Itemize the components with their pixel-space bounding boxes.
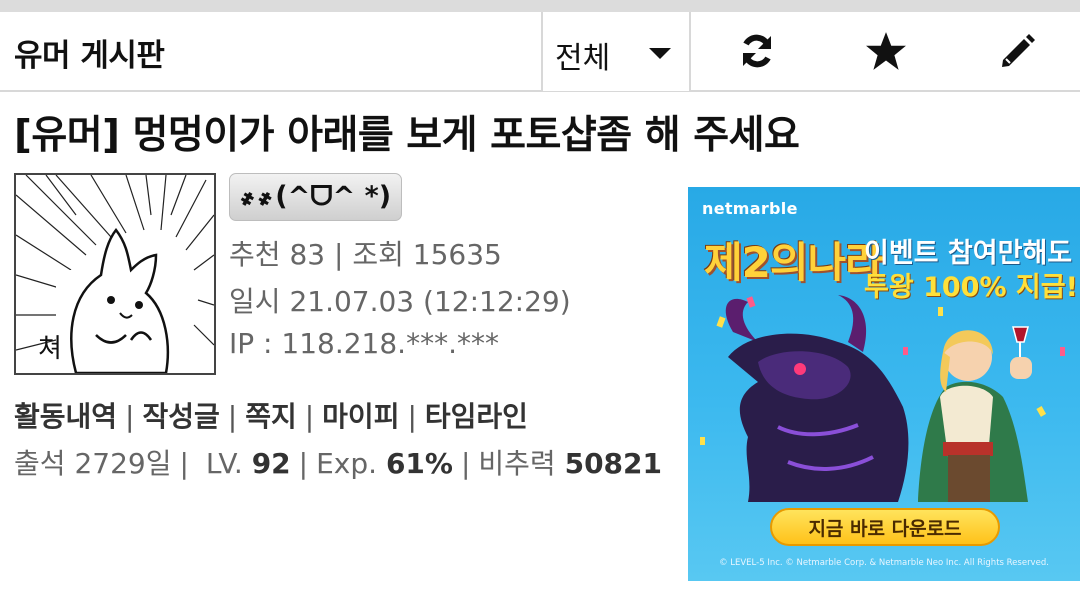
separator: | <box>304 400 315 433</box>
author-nickname[interactable]: ҂҂(^ᗜ^ *) <box>229 173 403 221</box>
separator: | <box>125 400 135 433</box>
ip-value: 118.218.***.*** <box>281 327 499 360</box>
write-button[interactable] <box>992 26 1042 76</box>
user-stats: 출석 2729일 | LV. 92 | Exp. 61% | 비추력 50821 <box>14 442 662 482</box>
ad-copyright: © LEVEL-5 Inc. © Netmarble Corp. & Netma… <box>719 558 1049 568</box>
separator: | <box>333 238 344 271</box>
exp-label: Exp. <box>316 447 378 480</box>
board-header: 유머 게시판 전체 <box>0 12 1080 92</box>
pencil-icon <box>1002 34 1035 67</box>
link-timeline[interactable]: 타임라인 <box>425 400 528 433</box>
favorite-button[interactable] <box>861 26 911 76</box>
views-label: 조회 <box>352 238 404 271</box>
exp-value: 61% <box>385 447 453 480</box>
svg-text:쳐: 쳐 <box>38 334 62 364</box>
recommend-count: 83 <box>289 238 326 271</box>
date-label: 일시 <box>229 285 281 318</box>
link-activity[interactable]: 활동내역 <box>14 400 117 433</box>
author-avatar[interactable]: 쳐 <box>14 173 216 375</box>
refresh-button[interactable] <box>732 26 782 76</box>
power-label: 비추력 <box>478 447 556 480</box>
separator: | <box>179 447 189 480</box>
separator: | <box>298 447 309 480</box>
level-value: 92 <box>251 447 291 480</box>
level-label: LV. <box>205 447 243 480</box>
separator: | <box>227 400 238 433</box>
filter-selected-value: 전체 <box>555 41 611 76</box>
attendance-value: 2729일 <box>74 447 172 480</box>
ip-line: IP : 118.218.***.*** <box>229 327 499 360</box>
refresh-icon <box>743 34 771 68</box>
caret-down-icon <box>649 48 671 59</box>
ad-download-button[interactable]: 지금 바로 다운로드 <box>770 508 1000 546</box>
link-posts[interactable]: 작성글 <box>142 400 219 433</box>
separator: | <box>407 400 417 433</box>
date-value: 21.07.03 (12:12:29) <box>289 285 571 318</box>
ad-game-logo: 제2의나라 <box>704 238 884 287</box>
ad-artwork <box>700 295 1065 502</box>
views-count: 15635 <box>412 238 502 271</box>
star-icon <box>866 32 906 70</box>
link-mypi[interactable]: 마이피 <box>322 400 399 433</box>
ip-colon: : <box>254 327 282 360</box>
recommend-views-line: 추천 83 | 조회 15635 <box>229 233 502 273</box>
top-strip <box>0 0 1080 12</box>
ad-brand-logo: netmarble <box>702 199 798 218</box>
date-line: 일시 21.07.03 (12:12:29) <box>229 280 571 320</box>
cat-cartoon-image: 쳐 <box>16 175 214 373</box>
recommend-label: 추천 <box>229 238 281 271</box>
user-links: 활동내역 | 작성글 | 쪽지 | 마이피 | 타임라인 <box>14 395 528 435</box>
ad-banner[interactable]: netmarble 제2의나라 이벤트 참여만해도 투왕 100% 지급! 지금… <box>688 187 1080 581</box>
link-message[interactable]: 쪽지 <box>245 400 297 433</box>
separator: | <box>460 447 471 480</box>
ip-label: IP <box>229 327 255 360</box>
filter-dropdown[interactable]: 전체 <box>541 12 691 91</box>
power-value: 50821 <box>564 447 663 480</box>
post-title: [유머] 멍멍이가 아래를 보게 포토샵좀 해 주세요 <box>14 113 800 158</box>
board-title: 유머 게시판 <box>14 38 165 74</box>
attendance-label: 출석 <box>14 447 66 480</box>
